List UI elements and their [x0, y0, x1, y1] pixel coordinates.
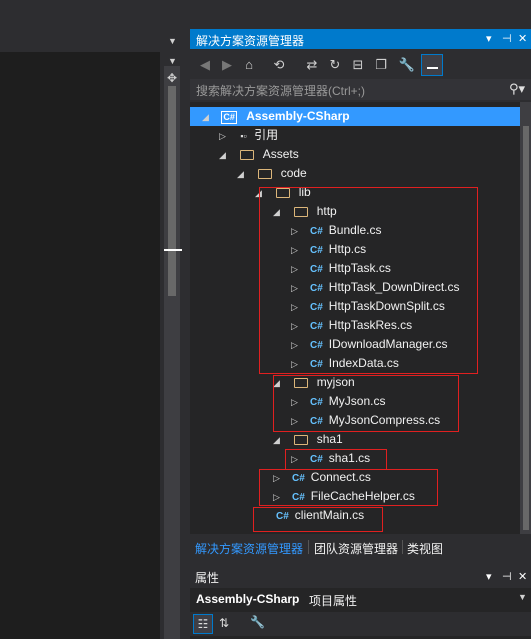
tree-item-label: Assets — [262, 147, 299, 161]
tab-divider — [308, 540, 309, 554]
tab-solution-explorer[interactable]: 解决方案资源管理器 — [195, 540, 303, 557]
tree-item-folder[interactable]: ◢ Assets — [219, 145, 299, 164]
csharp-project-icon: C# — [221, 111, 237, 124]
tab-class-view[interactable]: 类视图 — [407, 540, 443, 557]
refresh-icon[interactable]: ↻ — [326, 56, 344, 74]
tree-scroll-thumb[interactable] — [523, 126, 529, 530]
history-icon[interactable]: ⟲ — [270, 56, 288, 74]
annotation-box-lib — [259, 187, 478, 374]
properties-titlebar — [190, 566, 531, 586]
window-position-dropdown-icon[interactable]: ▾ — [486, 32, 492, 45]
editor-nav-dropdown-icon[interactable]: ▼ — [168, 56, 177, 66]
tree-item-project[interactable]: ◢ C# Assembly-CSharp — [202, 107, 350, 126]
search-icon[interactable]: ⚲▾ — [509, 81, 525, 97]
back-icon[interactable]: ◀ — [196, 56, 214, 74]
pin-icon[interactable]: ⊣ — [502, 570, 512, 583]
references-icon: ▪▫ — [240, 131, 247, 141]
alphabetical-icon[interactable]: ⇅ — [219, 616, 229, 630]
folder-open-icon — [240, 149, 255, 160]
annotation-box-myjson — [273, 375, 459, 432]
annotation-box-clientmain — [253, 507, 383, 532]
forward-icon[interactable]: ▶ — [218, 56, 236, 74]
tree-item-label: Assembly-CSharp — [246, 109, 350, 123]
tree-item-label: code — [280, 166, 307, 180]
properties-title: 属性 — [195, 571, 220, 585]
tab-divider — [402, 540, 403, 554]
editor-tab-strip — [0, 28, 188, 48]
folder-open-icon — [294, 434, 309, 445]
expand-arrow-icon[interactable]: ◢ — [202, 108, 212, 127]
properties-wrench-icon[interactable]: 🔧 — [398, 56, 416, 74]
properties-object-type: 项目属性 — [309, 594, 358, 608]
chevron-down-icon[interactable]: ▼ — [518, 592, 527, 602]
editor-scroll-thumb[interactable] — [168, 86, 176, 296]
tab-team-explorer[interactable]: 团队资源管理器 — [314, 540, 398, 557]
annotation-box-code-files — [259, 469, 438, 506]
collapse-icon[interactable]: ⊟ — [349, 56, 367, 74]
folder-open-icon — [258, 168, 273, 179]
home-icon[interactable]: ⌂ — [240, 56, 258, 74]
preview-icon[interactable] — [421, 54, 443, 76]
split-icon[interactable]: ✥ — [166, 72, 178, 84]
annotation-box-sha1 — [285, 449, 387, 470]
expand-arrow-icon[interactable]: ◢ — [219, 146, 229, 165]
sync-icon[interactable]: ⇄ — [303, 56, 321, 74]
categorized-icon[interactable]: ☷ — [193, 614, 213, 634]
close-icon[interactable]: ✕ — [518, 32, 527, 45]
scroll-marker — [164, 249, 182, 251]
editor-dropdown-icon[interactable]: ▼ — [168, 36, 177, 46]
properties-toolbar — [190, 612, 531, 636]
tree-item-folder[interactable]: ◢ sha1 — [273, 430, 343, 449]
window-position-dropdown-icon[interactable]: ▾ — [486, 570, 492, 583]
code-editor[interactable] — [0, 52, 160, 639]
search-placeholder: 搜索解决方案资源管理器(Ctrl+;) — [196, 84, 365, 98]
pin-icon[interactable]: ⊣ — [502, 32, 512, 45]
property-pages-wrench-icon[interactable]: 🔧 — [250, 615, 265, 629]
expand-arrow-icon[interactable]: ◢ — [237, 165, 247, 184]
tree-item-label: 引用 — [254, 128, 279, 142]
tree-item-folder[interactable]: ◢ code — [237, 164, 307, 183]
close-icon[interactable]: ✕ — [518, 570, 527, 583]
tree-item-references[interactable]: ▷ ▪▫ 引用 — [219, 126, 278, 145]
copy-icon[interactable]: ❐ — [372, 56, 390, 74]
expand-arrow-icon[interactable]: ◢ — [273, 431, 283, 450]
solution-explorer-title: 解决方案资源管理器 — [196, 34, 305, 48]
expand-arrow-icon[interactable]: ▷ — [219, 127, 229, 146]
properties-object-name: Assembly-CSharp — [196, 592, 300, 606]
tree-item-label: sha1 — [316, 432, 343, 446]
